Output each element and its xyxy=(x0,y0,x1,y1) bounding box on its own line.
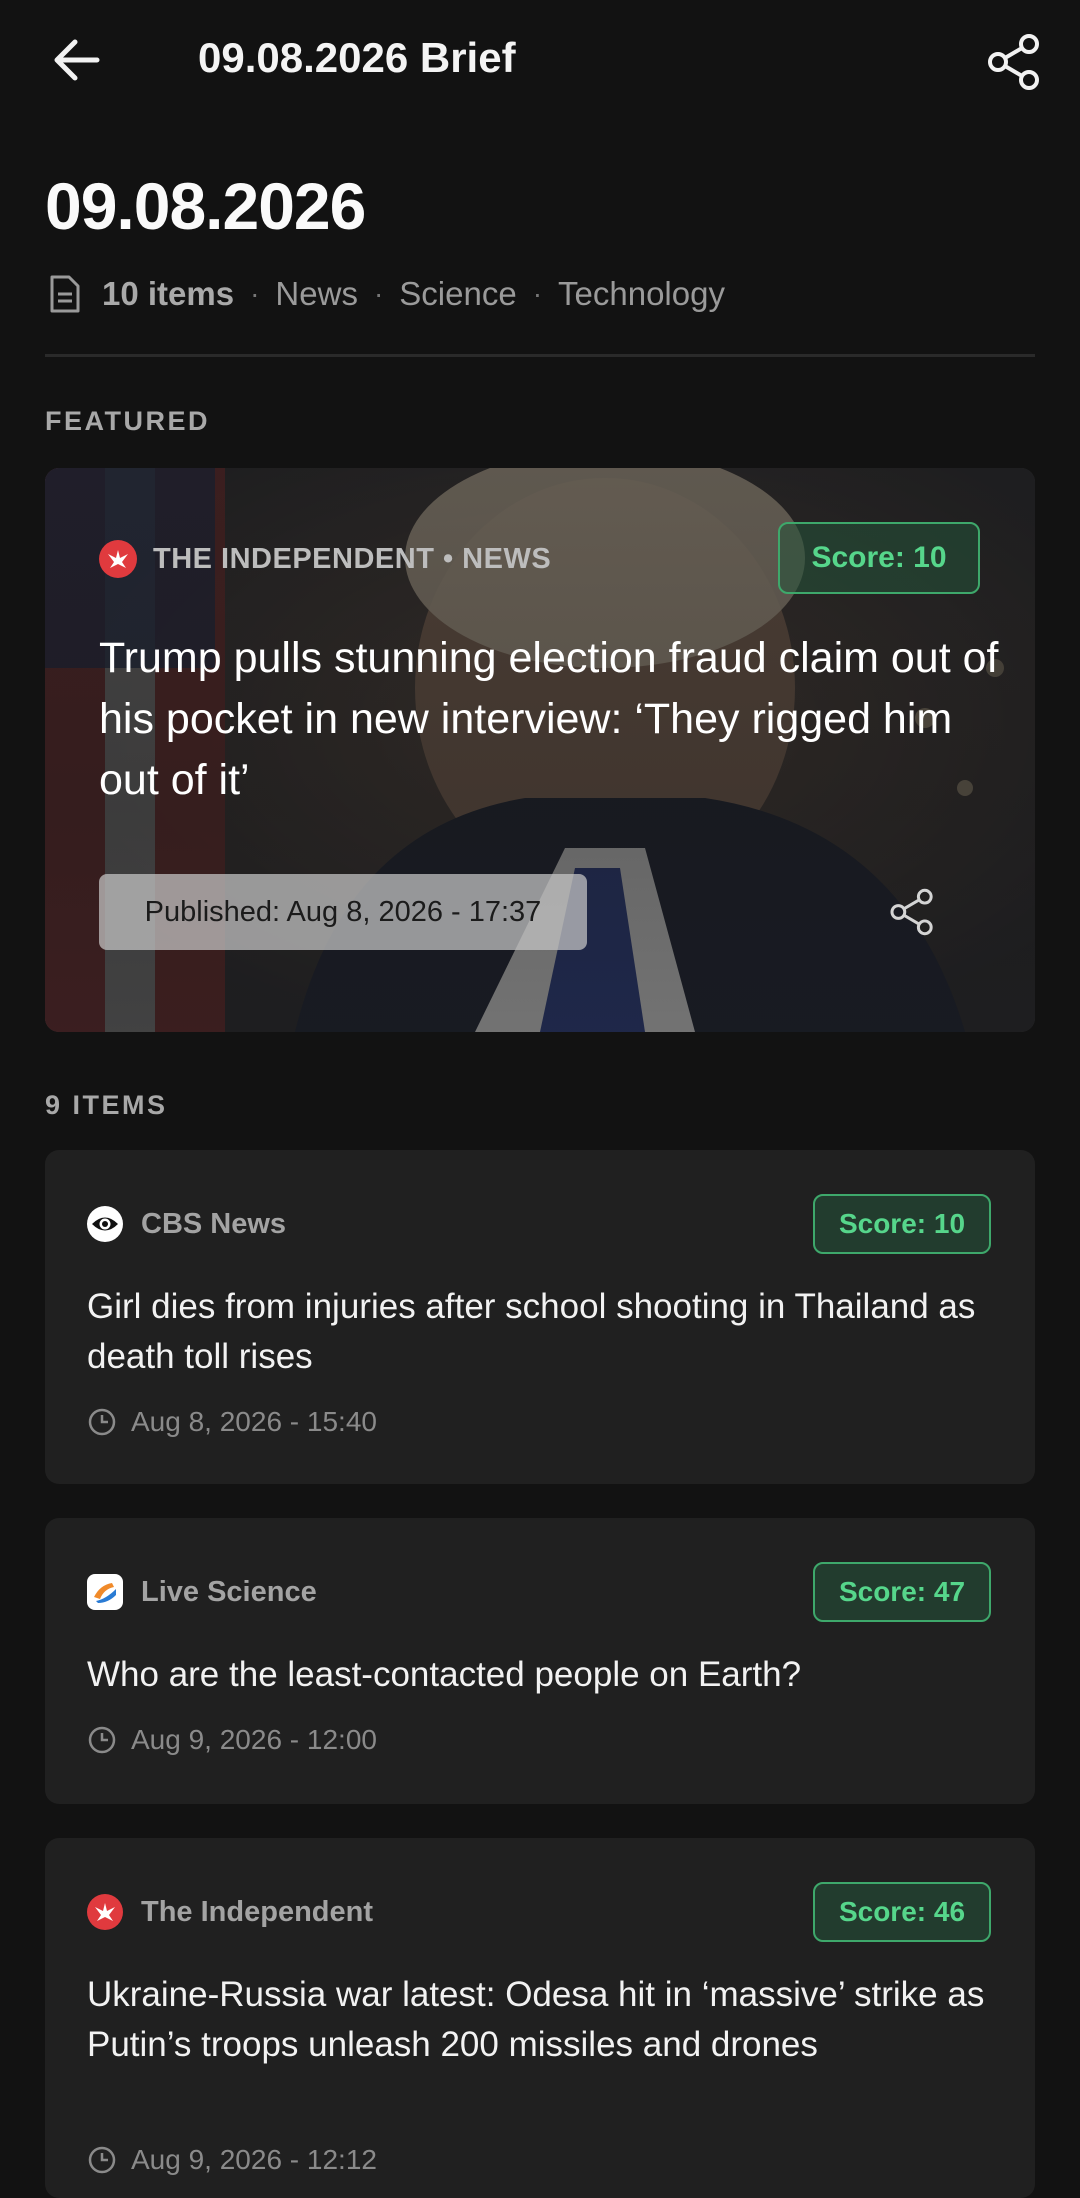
share-icon xyxy=(890,888,933,936)
share-button[interactable] xyxy=(982,30,1046,94)
category-technology[interactable]: Technology xyxy=(558,275,725,313)
cbs-eye-logo-icon xyxy=(87,1206,123,1242)
category-news[interactable]: News xyxy=(275,275,358,313)
score-badge: Score: 47 xyxy=(813,1562,991,1622)
news-source-label: Live Science xyxy=(141,1575,317,1608)
featured-source-label: THE INDEPENDENT • NEWS xyxy=(153,542,552,575)
back-button[interactable] xyxy=(44,28,108,92)
news-time: Aug 8, 2026 - 15:40 xyxy=(87,1406,377,1438)
brief-date-heading: 09.08.2026 xyxy=(45,169,366,243)
featured-headline[interactable]: Trump pulls stunning election fraud clai… xyxy=(99,628,999,811)
clock-icon xyxy=(88,2146,116,2174)
arrow-left-icon xyxy=(54,39,100,81)
news-time: Aug 9, 2026 - 12:12 xyxy=(87,2144,377,2176)
featured-published-pill: Published: Aug 8, 2026 - 17:37 xyxy=(99,874,587,950)
item-count: 10 items xyxy=(102,275,235,312)
featured-score-badge: Score: 10 xyxy=(778,522,980,594)
share-icon xyxy=(988,34,1039,90)
news-card[interactable]: The Independent Score: 46 Ukraine-Russia… xyxy=(45,1838,1035,2198)
news-source: Live Science xyxy=(87,1574,317,1610)
independent-logo-icon xyxy=(99,540,137,578)
news-source: CBS News xyxy=(87,1206,286,1242)
news-source: The Independent xyxy=(87,1894,373,1930)
news-card[interactable]: Live Science Score: 47 Who are the least… xyxy=(45,1518,1035,1804)
category-science[interactable]: Science xyxy=(399,275,516,313)
news-title[interactable]: Girl dies from injuries after school sho… xyxy=(87,1282,987,1382)
news-card[interactable]: CBS News Score: 10 Girl dies from injuri… xyxy=(45,1150,1035,1484)
independent-logo-icon xyxy=(87,1894,123,1930)
featured-card[interactable]: THE INDEPENDENT • NEWS Score: 10 Trump p… xyxy=(45,468,1035,1032)
clock-icon xyxy=(88,1726,116,1754)
document-icon xyxy=(50,275,80,313)
news-title[interactable]: Ukraine-Russia war latest: Odesa hit in … xyxy=(87,1970,987,2070)
divider xyxy=(45,354,1035,357)
score-badge: Score: 10 xyxy=(813,1194,991,1254)
live-science-logo-icon xyxy=(87,1574,123,1610)
brief-meta: 10 items · News · Science · Technology xyxy=(48,272,725,316)
page-title: 09.08.2026 Brief xyxy=(198,34,516,81)
news-source-label: CBS News xyxy=(141,1207,287,1240)
score-badge: Score: 46 xyxy=(813,1882,991,1942)
news-time: Aug 9, 2026 - 12:00 xyxy=(87,1724,377,1756)
items-section-label: 9 ITEMS xyxy=(45,1090,168,1120)
app-bar: 09.08.2026 Brief xyxy=(0,0,1080,124)
featured-source: THE INDEPENDENT • NEWS xyxy=(99,540,551,578)
news-source-label: The Independent xyxy=(141,1895,373,1928)
featured-share-button[interactable] xyxy=(884,884,940,940)
news-title[interactable]: Who are the least-contacted people on Ea… xyxy=(87,1650,987,1700)
featured-section-label: FEATURED xyxy=(45,406,210,436)
clock-icon xyxy=(88,1408,116,1436)
